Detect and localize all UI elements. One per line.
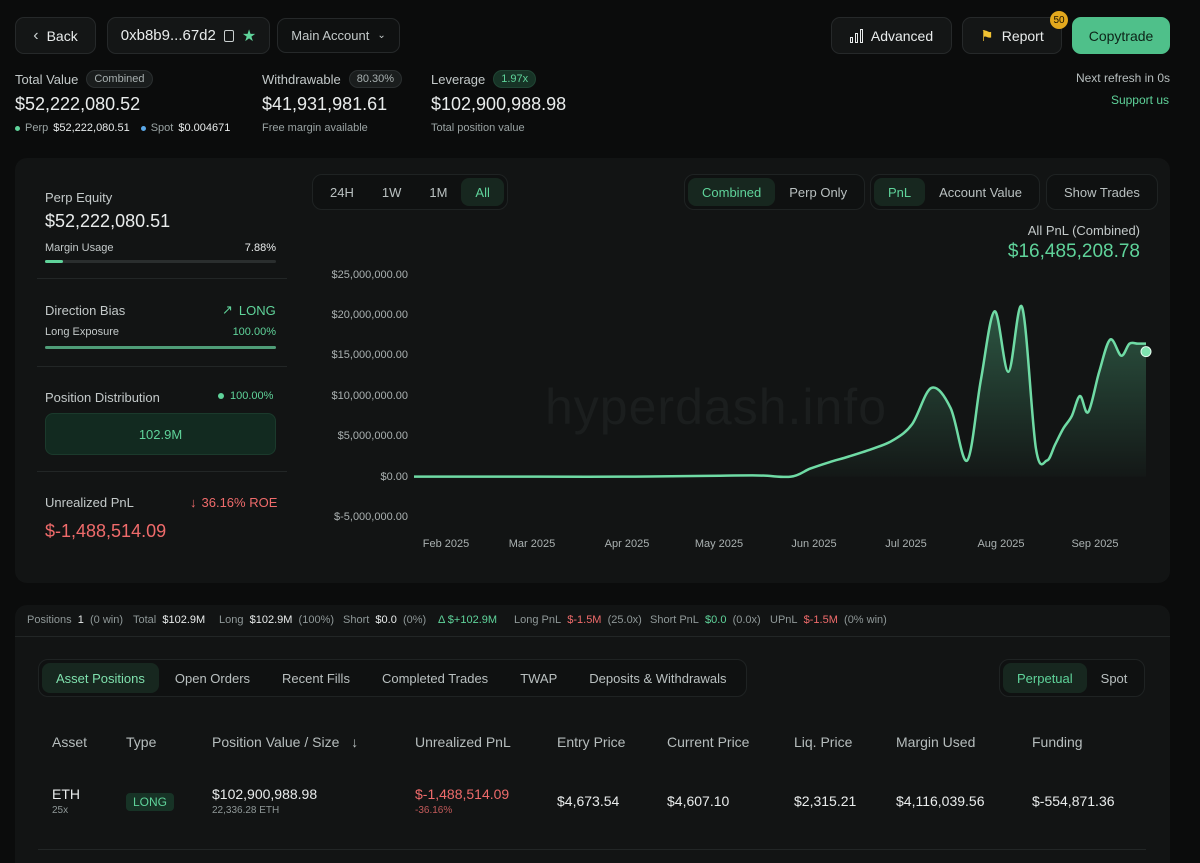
tab-open-orders[interactable]: Open Orders [159,663,266,693]
stat-long: Long $102.9M (100%) [219,614,335,626]
tab-twap[interactable]: TWAP [504,663,573,693]
table-row-position: $102,900,988.98 22,336.28 ETH [212,786,317,816]
col-current-price[interactable]: Current Price [667,734,749,750]
col-position-value[interactable]: Position Value / Size ↓ [212,734,358,750]
stat-short-pnl: Short PnL $0.0 (0.0x) [650,614,761,626]
tab-deposits-withdrawals[interactable]: Deposits & Withdrawals [573,663,742,693]
row-margin-used: $4,116,039.56 [896,793,985,809]
row-upnl-value: $-1,488,514.09 [415,786,510,802]
stat-short: Short $0.0 (0%) [343,614,427,626]
stat-upnl: UPnL $-1.5M (0% win) [770,614,887,626]
col-type[interactable]: Type [126,734,156,750]
stat-long-pnl: Long PnL $-1.5M (25.0x) [514,614,642,626]
col-asset[interactable]: Asset [52,734,87,750]
row-entry-price: $4,673.54 [557,793,620,809]
type-badge: LONG [126,793,175,811]
row-upnl-pct: -36.16% [415,805,453,816]
pnl-line [414,304,1146,479]
col-liq-price[interactable]: Liq. Price [794,734,852,750]
asset-symbol: ETH [52,786,80,802]
market-tabs: Perpetual Spot [999,659,1146,697]
positions-tabs: Asset Positions Open Orders Recent Fills… [38,659,747,697]
tab-completed-trades[interactable]: Completed Trades [366,663,504,693]
position-size: 22,336.28 ETH [212,805,280,816]
asset-leverage: 25x [52,805,69,816]
tab-asset-positions[interactable]: Asset Positions [42,663,159,693]
table-row-asset[interactable]: ETH 25x [52,786,80,816]
tab-spot[interactable]: Spot [1087,663,1142,693]
pnl-current-point [1140,346,1152,358]
stat-total: Total $102.9M [133,614,206,626]
stat-delta: Δ $+102.9M [438,614,498,626]
row-funding: $-554,871.36 [1032,793,1115,809]
table-row-upnl: $-1,488,514.09 -36.16% [415,786,509,816]
row-current-price: $4,607.10 [667,793,730,809]
col-funding[interactable]: Funding [1032,734,1083,750]
col-margin-used[interactable]: Margin Used [896,734,975,750]
position-value: $102,900,988.98 [212,786,318,802]
col-entry-price[interactable]: Entry Price [557,734,625,750]
row-liq-price: $2,315.21 [794,793,857,809]
tab-perpetual[interactable]: Perpetual [1003,663,1087,693]
tab-recent-fills[interactable]: Recent Fills [266,663,366,693]
stat-positions: Positions 1 (0 win) [27,614,124,626]
col-upnl[interactable]: Unrealized PnL [415,734,511,750]
sort-down-icon: ↓ [351,734,359,750]
